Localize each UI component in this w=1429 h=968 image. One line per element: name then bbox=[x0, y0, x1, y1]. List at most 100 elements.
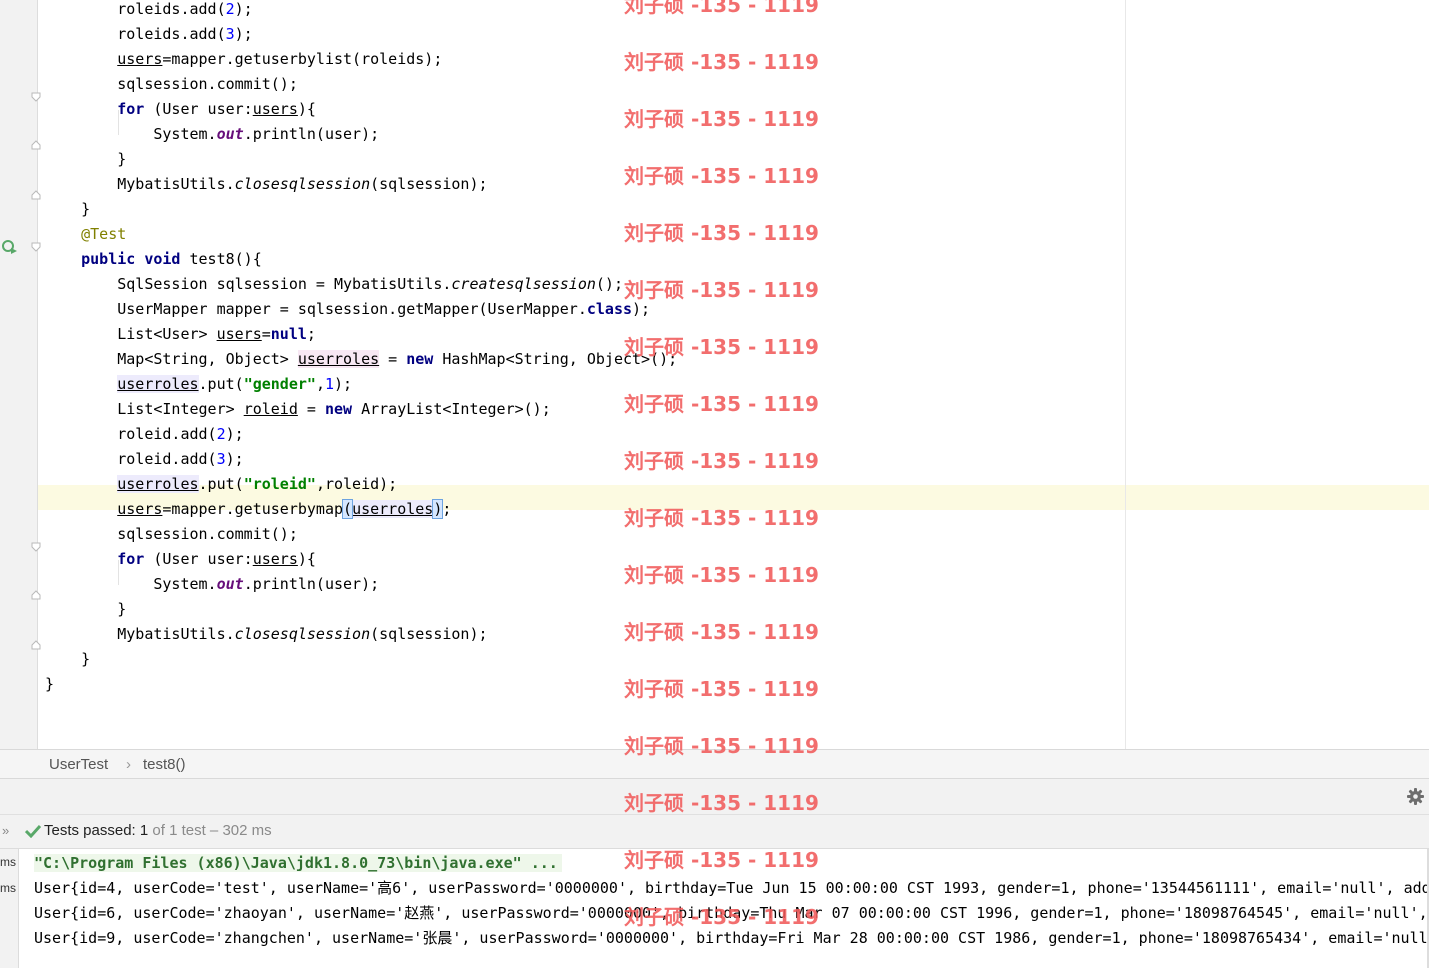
code-token: UserMapper mapper = sqlsession.getMapper… bbox=[45, 300, 587, 318]
code-token: } bbox=[45, 650, 91, 668]
code-token: ,roleid); bbox=[315, 475, 398, 493]
code-line[interactable]: MybatisUtils.closesqlsession(sqlsession)… bbox=[45, 622, 488, 647]
code-line[interactable]: System.out.println(user); bbox=[45, 122, 379, 147]
fold-marker-icon[interactable] bbox=[31, 242, 41, 252]
code-token: test8(){ bbox=[180, 250, 262, 268]
code-line[interactable]: sqlsession.commit(); bbox=[45, 72, 298, 97]
code-line[interactable]: SqlSession sqlsession = MybatisUtils.cre… bbox=[45, 272, 623, 297]
breadcrumb-class[interactable]: UserTest bbox=[49, 756, 108, 773]
code-token: ArrayList<Integer>(); bbox=[352, 400, 551, 418]
code-line[interactable]: } bbox=[45, 647, 90, 672]
code-token: = bbox=[297, 400, 325, 418]
code-token: closesqlsession bbox=[234, 625, 371, 643]
code-token: roleid bbox=[243, 400, 298, 418]
code-line[interactable]: } bbox=[45, 197, 90, 222]
fold-marker-icon[interactable] bbox=[31, 92, 41, 102]
code-token: ); bbox=[234, 25, 253, 43]
code-token: =mapper.getuserbylist(roleids); bbox=[162, 50, 443, 68]
code-token: ){ bbox=[297, 100, 316, 118]
fold-marker-icon[interactable] bbox=[31, 140, 41, 150]
code-token: users bbox=[117, 50, 163, 68]
code-line[interactable]: users=mapper.getuserbymap(userroles); bbox=[45, 497, 451, 522]
code-token: .put( bbox=[198, 375, 244, 393]
fold-marker-icon[interactable] bbox=[31, 590, 41, 600]
code-line[interactable]: MybatisUtils.closesqlsession(sqlsession)… bbox=[45, 172, 487, 197]
code-line[interactable]: } bbox=[45, 597, 126, 622]
fold-marker-icon[interactable] bbox=[31, 542, 41, 552]
code-line[interactable]: public void test8(){ bbox=[45, 247, 262, 272]
code-token: "roleid" bbox=[243, 475, 316, 493]
java-command[interactable]: "C:\Program Files (x86)\Java\jdk1.8.0_73… bbox=[34, 854, 562, 872]
code-token: closesqlsession bbox=[234, 175, 371, 193]
code-token: users bbox=[252, 100, 298, 118]
tests-detail: of 1 test – 302 ms bbox=[148, 822, 272, 839]
code-token: out bbox=[216, 125, 244, 143]
editor-gutter[interactable] bbox=[0, 0, 38, 749]
code-token: 3 bbox=[216, 450, 226, 468]
code-token: userroles bbox=[117, 375, 199, 393]
code-token: ); bbox=[234, 0, 253, 18]
console-output[interactable]: ms ms "C:\Program Files (x86)\Java\jdk1.… bbox=[0, 848, 1429, 968]
code-token: public bbox=[81, 250, 136, 268]
console-line: User{id=6, userCode='zhaoyan', userName=… bbox=[34, 904, 1429, 922]
code-line[interactable]: roleid.add(3); bbox=[45, 447, 243, 472]
code-token: ; bbox=[442, 500, 452, 518]
code-line[interactable]: List<User> users=null; bbox=[45, 322, 316, 347]
breadcrumb: UserTest › test8() bbox=[0, 749, 1429, 779]
code-token: .put( bbox=[198, 475, 244, 493]
code-token: 3 bbox=[225, 25, 235, 43]
breadcrumb-method[interactable]: test8() bbox=[143, 756, 186, 773]
code-line[interactable]: users=mapper.getuserbylist(roleids); bbox=[45, 47, 442, 72]
run-test-icon[interactable] bbox=[2, 239, 18, 255]
code-token: for bbox=[117, 550, 145, 568]
code-token: null bbox=[270, 325, 307, 343]
code-token: 1 bbox=[324, 375, 334, 393]
code-line[interactable]: roleids.add(3); bbox=[45, 22, 253, 47]
code-line[interactable]: roleid.add(2); bbox=[45, 422, 243, 447]
code-line[interactable]: List<Integer> roleid = new ArrayList<Int… bbox=[45, 397, 551, 422]
code-token: roleid.add( bbox=[45, 425, 217, 443]
code-line[interactable]: sqlsession.commit(); bbox=[45, 522, 298, 547]
code-token: HashMap<String, Object>(); bbox=[433, 350, 678, 368]
console-line: User{id=4, userCode='test', userName='高6… bbox=[34, 879, 1429, 897]
code-line[interactable]: roleids.add(2); bbox=[45, 0, 253, 22]
code-token: } bbox=[45, 200, 91, 218]
code-line[interactable]: } bbox=[45, 672, 54, 697]
code-line[interactable]: for (User user:users){ bbox=[45, 97, 316, 122]
code-token: roleid.add( bbox=[45, 450, 217, 468]
code-line[interactable]: System.out.println(user); bbox=[45, 572, 379, 597]
breadcrumb-separator-icon: › bbox=[126, 756, 131, 773]
expand-icon[interactable]: » bbox=[2, 823, 9, 838]
code-token: } bbox=[45, 675, 55, 693]
fold-marker-icon[interactable] bbox=[31, 190, 41, 200]
code-line[interactable]: userroles.put("roleid",roleid); bbox=[45, 472, 397, 497]
code-line[interactable]: Map<String, Object> userroles = new Hash… bbox=[45, 347, 677, 372]
code-token: ); bbox=[334, 375, 353, 393]
code-line[interactable]: for (User user:users){ bbox=[45, 547, 316, 572]
code-token: sqlsession.commit(); bbox=[45, 75, 298, 93]
gear-icon[interactable] bbox=[1407, 788, 1424, 805]
code-token: } bbox=[45, 150, 127, 168]
code-token: for bbox=[117, 100, 145, 118]
code-line[interactable]: userroles.put("gender",1); bbox=[45, 372, 352, 397]
code-line[interactable]: UserMapper mapper = sqlsession.getMapper… bbox=[45, 297, 650, 322]
code-token: out bbox=[216, 575, 244, 593]
code-line[interactable]: @Test bbox=[45, 222, 126, 247]
code-token: = bbox=[261, 325, 271, 343]
code-token: class bbox=[586, 300, 633, 318]
code-editor[interactable]: roleids.add(2); roleids.add(3); users=ma… bbox=[0, 0, 1429, 749]
code-token: List<Integer> bbox=[45, 400, 244, 418]
fold-marker-icon[interactable] bbox=[31, 640, 41, 650]
code-token: (User user: bbox=[144, 100, 253, 118]
code-token: (sqlsession); bbox=[370, 625, 488, 643]
code-line[interactable]: } bbox=[45, 147, 126, 172]
code-token: .println(user); bbox=[243, 125, 380, 143]
duration-label: ms bbox=[0, 855, 16, 869]
